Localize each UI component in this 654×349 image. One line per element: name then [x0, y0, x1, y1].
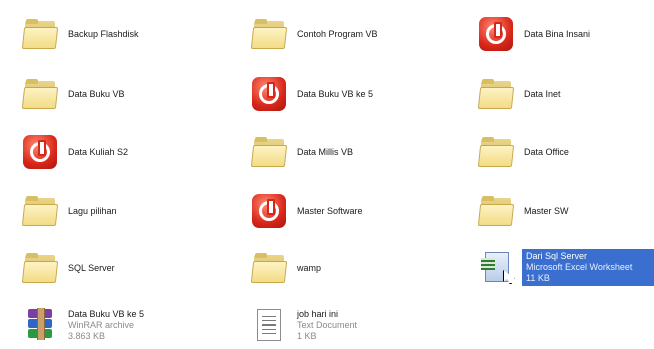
file-name: Dari Sql Server [526, 250, 588, 261]
folder-item[interactable]: Lagu pilihan [18, 190, 208, 232]
file-size: 1 KB [297, 330, 317, 341]
folder-item[interactable]: Backup Flashdisk [18, 13, 208, 55]
folder-icon [474, 191, 518, 231]
item-label: Lagu pilihan [68, 205, 117, 216]
item-label: Master SW [524, 205, 569, 216]
folder-icon [247, 248, 291, 288]
item-label: Data Kuliah S2 [68, 146, 129, 157]
folder-icon [474, 132, 518, 172]
folder-icon [474, 74, 518, 114]
text-document-icon [247, 305, 291, 345]
app-icon [18, 132, 62, 172]
folder-item[interactable]: Master SW [474, 190, 654, 232]
folder-item[interactable]: Contoh Program VB [247, 13, 437, 55]
folder-icon [247, 14, 291, 54]
item-label: job hari ini Text Document 1 KB [297, 309, 357, 342]
app-item[interactable]: Data Buku VB ke 5 [247, 73, 437, 115]
item-label: Master Software [297, 205, 363, 216]
folder-item[interactable]: Data Inet [474, 73, 654, 115]
file-type: WinRAR archive [68, 319, 135, 330]
item-label: Data Buku VB ke 5 WinRAR archive 3.863 K… [68, 309, 144, 342]
app-icon [247, 74, 291, 114]
folder-icon [18, 14, 62, 54]
item-label: Data Bina Insani [524, 28, 591, 39]
file-name: job hari ini [297, 308, 339, 319]
file-name: Data Buku VB ke 5 [68, 308, 145, 319]
item-label: Data Millis VB [297, 146, 354, 157]
archive-file-item[interactable]: Data Buku VB ke 5 WinRAR archive 3.863 K… [18, 304, 208, 346]
item-label: Contoh Program VB [297, 28, 378, 39]
folder-item[interactable]: Data Buku VB [18, 73, 208, 115]
app-item[interactable]: Data Bina Insani [474, 13, 654, 55]
folder-icon [18, 191, 62, 231]
folder-icon [247, 132, 291, 172]
item-label: Data Office [524, 146, 569, 157]
item-label: Data Buku VB [68, 88, 125, 99]
item-label: Backup Flashdisk [68, 28, 139, 39]
app-item[interactable]: Master Software [247, 190, 437, 232]
app-icon [474, 14, 518, 54]
folder-item[interactable]: Data Millis VB [247, 131, 437, 173]
text-file-item[interactable]: job hari ini Text Document 1 KB [247, 304, 437, 346]
folder-item[interactable]: SQL Server [18, 247, 208, 289]
folder-item[interactable]: wamp [247, 247, 437, 289]
excel-shortcut-icon [474, 247, 518, 287]
item-label: Dari Sql Server Microsoft Excel Workshee… [522, 248, 654, 286]
file-type: Text Document [297, 319, 358, 330]
folder-item[interactable]: Data Office [474, 131, 654, 173]
item-label: Data Buku VB ke 5 [297, 88, 374, 99]
winrar-icon [18, 305, 62, 345]
app-icon [247, 191, 291, 231]
excel-file-item[interactable]: Dari Sql Server Microsoft Excel Workshee… [474, 246, 654, 288]
item-label: wamp [297, 262, 322, 273]
file-size: 11 KB [526, 272, 550, 283]
folder-icon [18, 248, 62, 288]
app-item[interactable]: Data Kuliah S2 [18, 131, 208, 173]
file-size: 3.863 KB [68, 330, 106, 341]
item-label: Data Inet [524, 88, 561, 99]
folder-icon [18, 74, 62, 114]
file-type: Microsoft Excel Worksheet [526, 261, 633, 272]
item-label: SQL Server [68, 262, 115, 273]
